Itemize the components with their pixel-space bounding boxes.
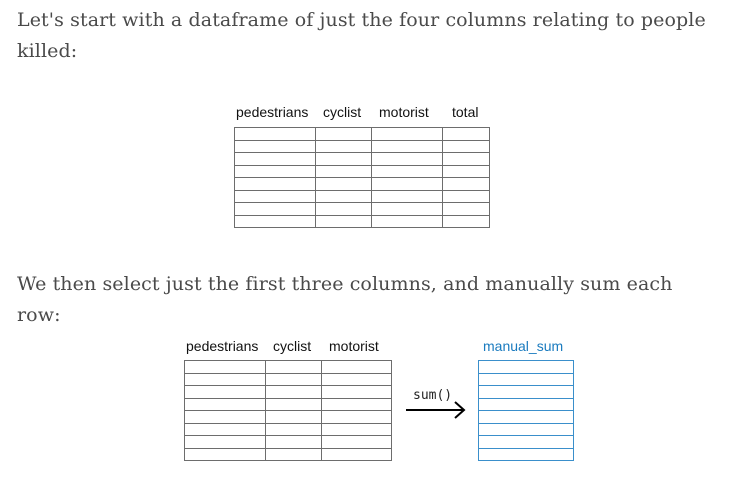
killed-columns-table — [234, 127, 490, 228]
right-arrow-icon — [406, 401, 466, 419]
header-total: total — [452, 104, 479, 120]
header-motorist: motorist — [379, 104, 429, 120]
three-columns-table — [184, 360, 392, 461]
header-cyclist: cyclist — [323, 104, 362, 120]
manual-sum-table — [478, 360, 574, 461]
header-cyclist-2: cyclist — [273, 338, 312, 354]
header-manual-sum: manual_sum — [483, 338, 564, 354]
header-pedestrians: pedestrians — [236, 104, 309, 120]
header-pedestrians-2: pedestrians — [186, 338, 259, 354]
header-motorist-2: motorist — [329, 338, 379, 354]
middle-paragraph: We then select just the first three colu… — [17, 273, 673, 326]
intro-paragraph: Let's start with a dataframe of just the… — [17, 9, 706, 62]
